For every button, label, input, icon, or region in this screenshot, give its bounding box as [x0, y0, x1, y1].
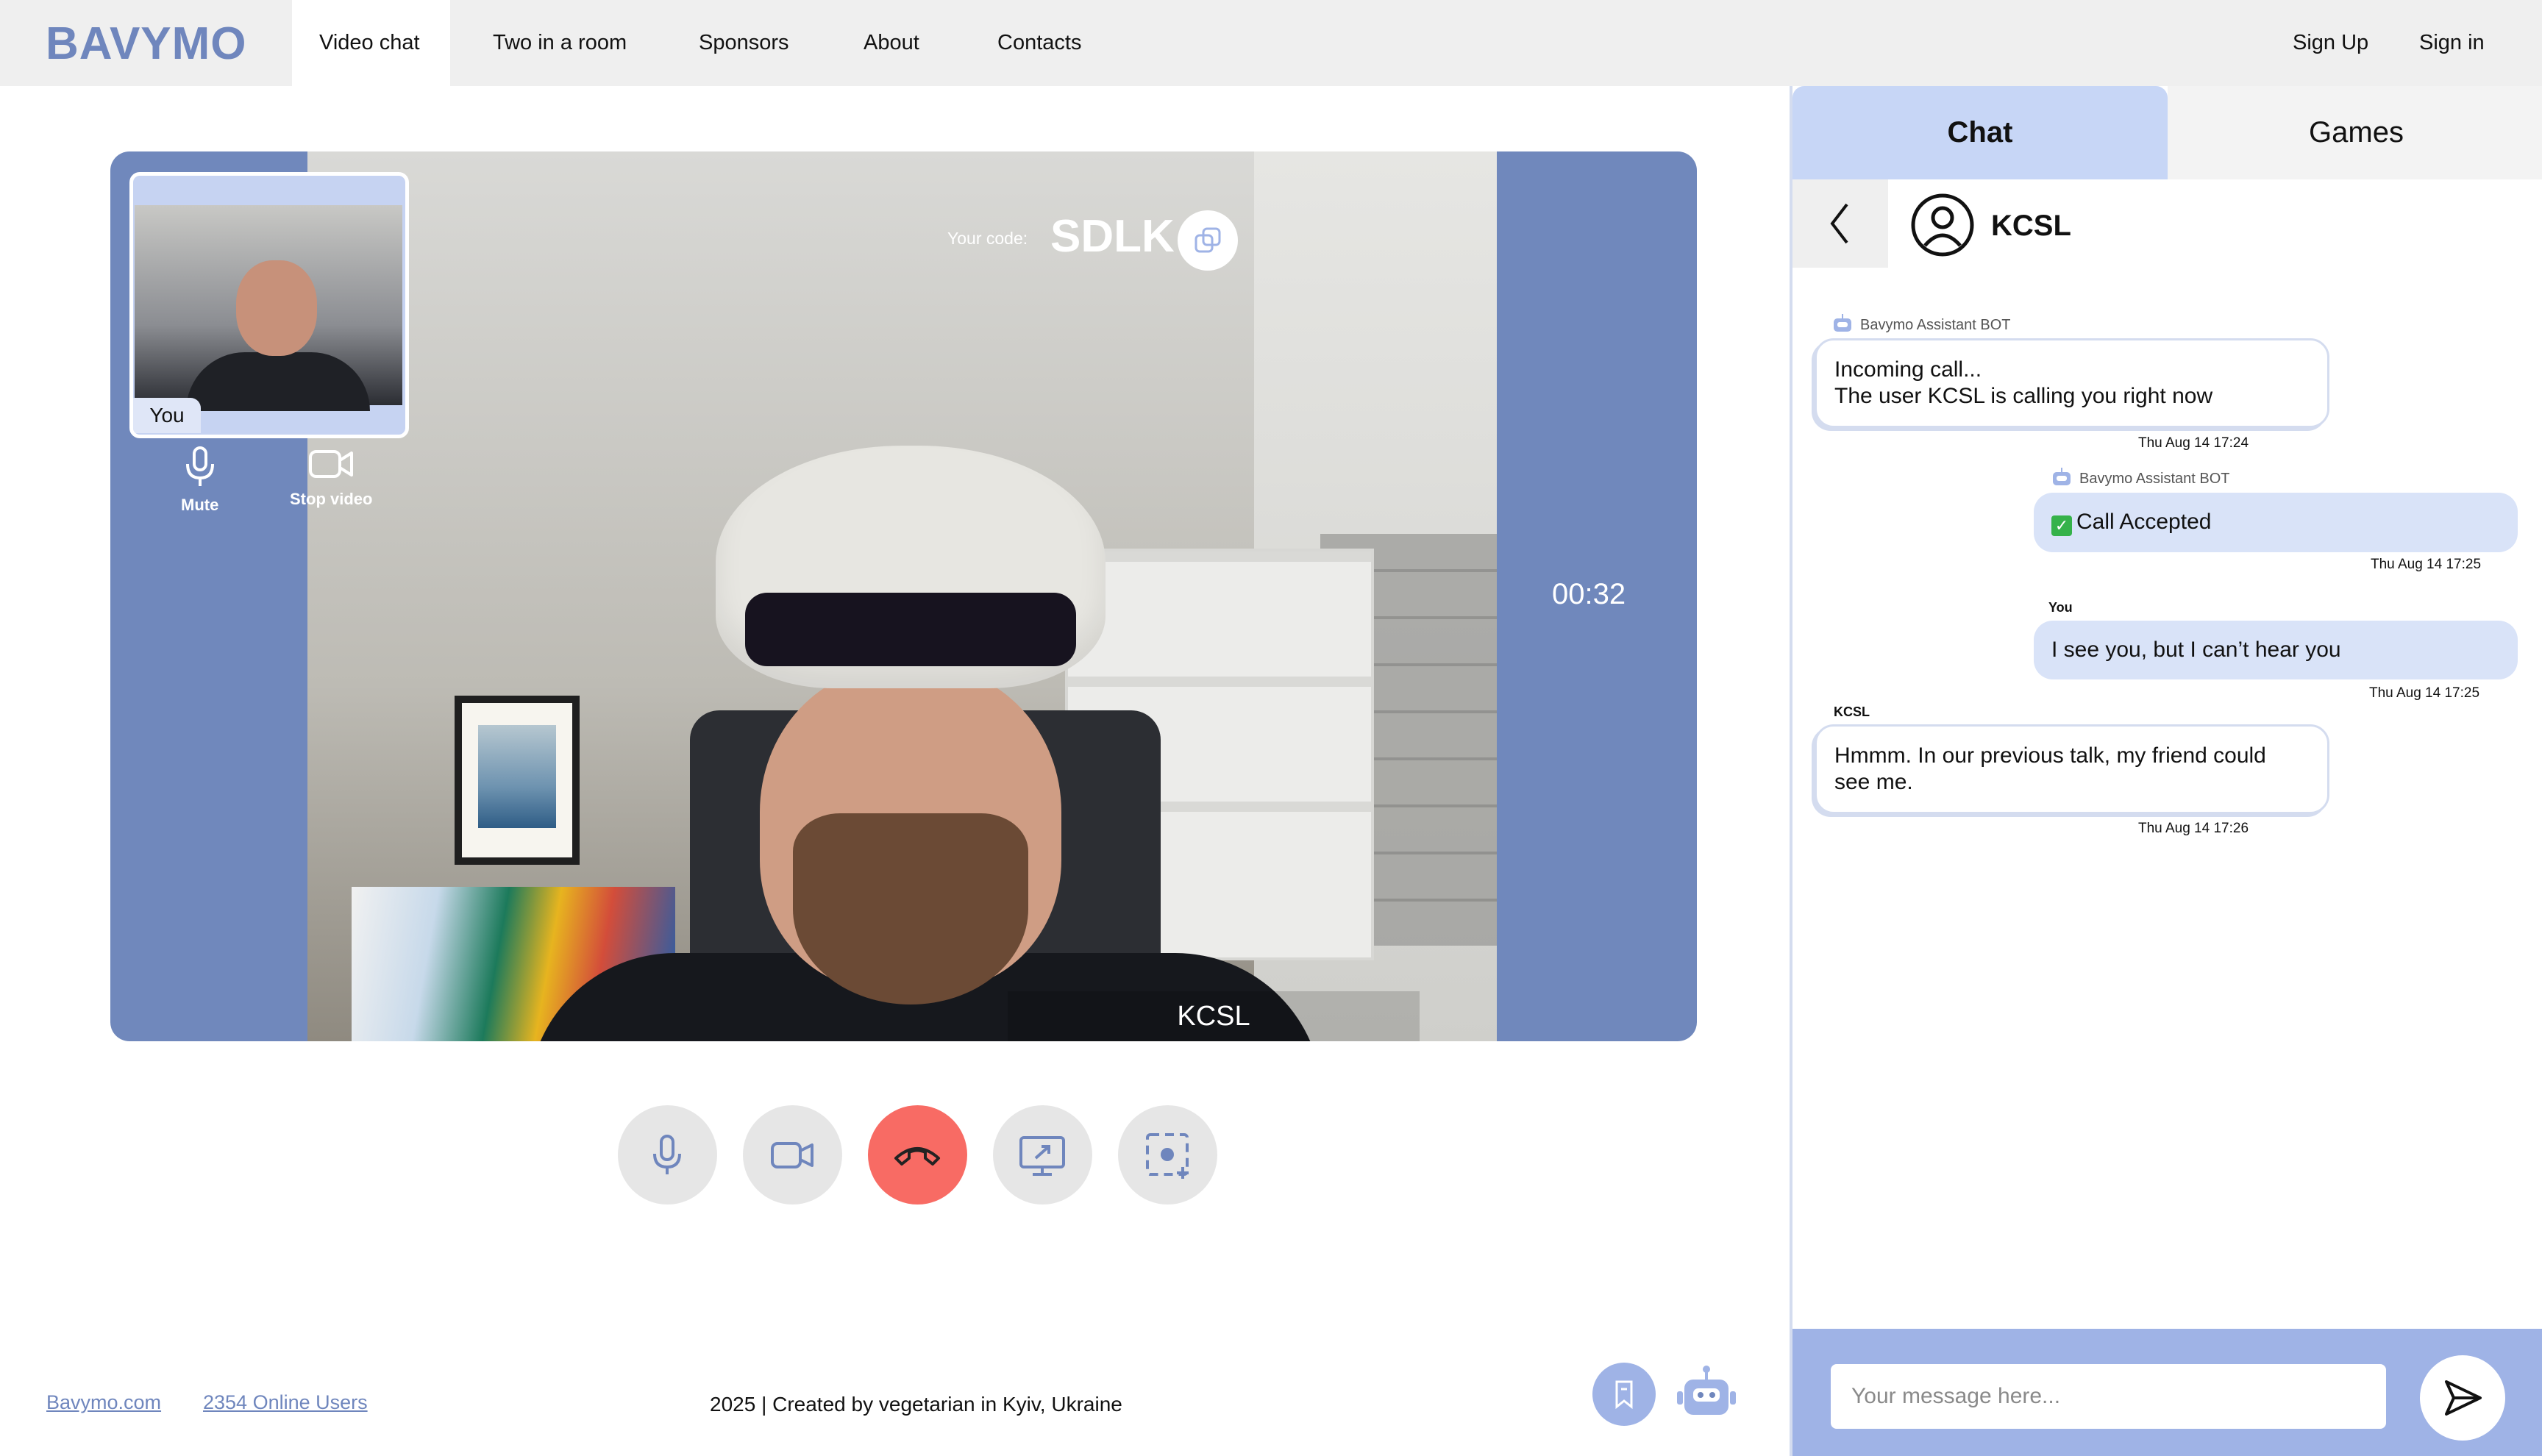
- message-sender: Bavymo Assistant BOT: [1834, 314, 2011, 334]
- message-text: I see you, but I can’t hear you: [2051, 638, 2341, 662]
- copy-icon: [1195, 227, 1221, 253]
- message-text: Incoming call...: [1834, 357, 1982, 382]
- footer-credit: 2025 | Created by vegetarian in Kyiv, Uk…: [710, 1393, 1122, 1416]
- bookmark-button[interactable]: [1592, 1363, 1656, 1426]
- checkmark-icon: ✓: [2051, 515, 2072, 536]
- site-link[interactable]: Bavymo.com: [46, 1391, 161, 1414]
- remote-video-feed: Your code: SDLK KCSL: [307, 151, 1497, 1041]
- top-navigation: BAVYMO Video chat Two in a room Sponsors…: [0, 0, 2542, 86]
- code-label: Your code:: [947, 229, 1028, 248]
- nav-two-in-a-room[interactable]: Two in a room: [493, 0, 627, 86]
- screen-share-icon: [1019, 1136, 1065, 1176]
- hangup-button[interactable]: [868, 1105, 967, 1205]
- tab-chat[interactable]: Chat: [1792, 86, 2168, 179]
- copy-code-button[interactable]: [1178, 210, 1238, 271]
- brand-logo[interactable]: BAVYMO: [46, 18, 247, 70]
- back-button[interactable]: [1792, 179, 1888, 268]
- message-timestamp: Thu Aug 14 17:24: [2138, 435, 2249, 451]
- video-frame: Your code: SDLK KCSL 00:32 You Mute Stop…: [110, 151, 1697, 1041]
- screenshot-button[interactable]: [1118, 1105, 1217, 1205]
- sign-up-link[interactable]: Sign Up: [2293, 0, 2368, 86]
- chevron-left-icon: [1830, 203, 1848, 244]
- message-text: Hmmm. In our previous talk, my friend co…: [1834, 743, 2266, 768]
- message-sender: Bavymo Assistant BOT: [2053, 468, 2230, 488]
- call-timer: 00:32: [1552, 578, 1626, 610]
- camera-button[interactable]: [743, 1105, 842, 1205]
- chat-peer-name: KCSL: [1991, 210, 2071, 242]
- microphone-icon: [185, 446, 214, 486]
- message-timestamp: Thu Aug 14 17:26: [2138, 821, 2249, 836]
- stop-video-label: Stop video: [290, 490, 373, 508]
- screen-share-button[interactable]: [993, 1105, 1092, 1205]
- remote-user-name: KCSL: [1008, 991, 1420, 1041]
- chat-panel: Chat Games KCSL Bavymo Assistant BOT Inc…: [1790, 86, 2542, 1456]
- chat-message: Incoming call... The user KCSL is callin…: [1815, 338, 2329, 428]
- stop-video-mini-button[interactable]: Stop video: [290, 446, 372, 509]
- hangup-icon: [894, 1147, 940, 1166]
- send-icon: [2445, 1380, 2482, 1416]
- message-timestamp: Thu Aug 14 17:25: [2369, 685, 2480, 701]
- tab-games[interactable]: Games: [2168, 86, 2542, 179]
- online-users-link[interactable]: 2354 Online Users: [203, 1391, 368, 1414]
- session-code: SDLK: [1050, 211, 1175, 262]
- self-video-feed: [135, 205, 402, 411]
- message-timestamp: Thu Aug 14 17:25: [2371, 557, 2482, 572]
- robot-icon: [1677, 1366, 1736, 1415]
- camera-icon: [771, 1142, 813, 1168]
- screenshot-icon: [1146, 1133, 1189, 1179]
- message-text: see me.: [1834, 770, 1913, 794]
- bookmark-icon: [1615, 1380, 1633, 1410]
- avatar-icon: [1911, 193, 1974, 257]
- message-sender: KCSL: [1834, 704, 1870, 719]
- robot-assistant-button[interactable]: [1676, 1365, 1737, 1426]
- chat-message: Hmmm. In our previous talk, my friend co…: [1815, 724, 2329, 814]
- camera-icon: [309, 450, 354, 478]
- nav-about[interactable]: About: [864, 0, 919, 86]
- wall-painting: [455, 696, 580, 865]
- message-text: Call Accepted: [2076, 510, 2212, 534]
- message-text: The user KCSL is calling you right now: [1834, 384, 2213, 408]
- microphone-button[interactable]: [618, 1105, 717, 1205]
- self-label: You: [133, 398, 201, 433]
- chat-message: I see you, but I can’t hear you: [2034, 621, 2518, 679]
- self-preview[interactable]: You: [129, 172, 409, 438]
- mute-mini-button[interactable]: Mute: [181, 446, 218, 515]
- mute-label: Mute: [181, 496, 219, 514]
- send-button[interactable]: [2420, 1355, 2505, 1441]
- robot-icon: [1834, 314, 1851, 332]
- chat-message: ✓ Call Accepted: [2034, 493, 2518, 552]
- sign-in-link[interactable]: Sign in: [2419, 0, 2485, 86]
- nav-sponsors[interactable]: Sponsors: [699, 0, 789, 86]
- message-input[interactable]: [1831, 1364, 2386, 1429]
- nav-contacts[interactable]: Contacts: [997, 0, 1081, 86]
- robot-icon: [2053, 468, 2071, 485]
- message-composer: [1792, 1329, 2542, 1456]
- nav-video-chat[interactable]: Video chat: [292, 0, 450, 86]
- microphone-icon: [653, 1135, 681, 1174]
- message-sender: You: [2048, 600, 2073, 615]
